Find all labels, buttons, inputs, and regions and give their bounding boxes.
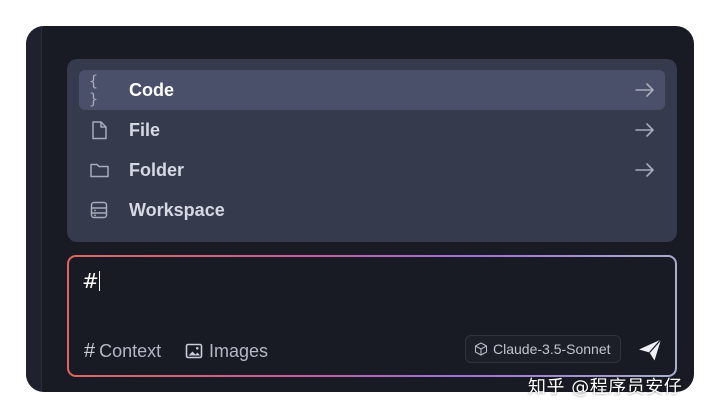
images-button[interactable]: Images (185, 339, 268, 363)
arrow-right-icon (635, 122, 655, 138)
menu-item-label: Code (129, 79, 174, 100)
arrow-right-icon (635, 82, 655, 98)
images-label: Images (209, 340, 269, 361)
send-button[interactable] (637, 337, 663, 363)
context-menu: { } Code File Folder Workspace (67, 59, 677, 242)
menu-item-file[interactable]: File (79, 110, 665, 150)
model-selector[interactable]: Claude-3.5-Sonnet (465, 335, 621, 363)
send-paper-plane-icon (639, 339, 662, 361)
chat-input-border: # # Context Images Claude-3.5-Sonnet (67, 255, 677, 377)
code-braces-icon: { } (89, 72, 100, 108)
menu-item-label: Folder (129, 159, 185, 180)
chat-window: { } Code File Folder Workspace # # Conte… (26, 26, 694, 392)
window-left-strip (26, 26, 42, 392)
chat-input-text[interactable]: # (82, 269, 100, 293)
workspace-server-icon (89, 200, 109, 220)
watermark-text: 知乎 @程序员安仔 (528, 377, 683, 398)
folder-icon (89, 160, 109, 180)
context-button[interactable]: # Context (84, 339, 161, 363)
menu-item-label: File (129, 119, 161, 140)
menu-item-folder[interactable]: Folder (79, 150, 665, 190)
cube-icon (474, 342, 488, 356)
context-label: Context (99, 340, 162, 361)
hash-icon: # (84, 339, 96, 362)
menu-item-workspace[interactable]: Workspace (79, 190, 665, 230)
chat-input[interactable]: # # Context Images Claude-3.5-Sonnet (69, 257, 675, 375)
arrow-right-icon (635, 162, 655, 178)
menu-item-label: Workspace (129, 199, 225, 220)
file-icon (89, 120, 109, 140)
text-caret (98, 271, 100, 291)
model-label: Claude-3.5-Sonnet (493, 341, 611, 357)
menu-item-code[interactable]: { } Code (79, 70, 665, 110)
image-icon (185, 343, 203, 359)
